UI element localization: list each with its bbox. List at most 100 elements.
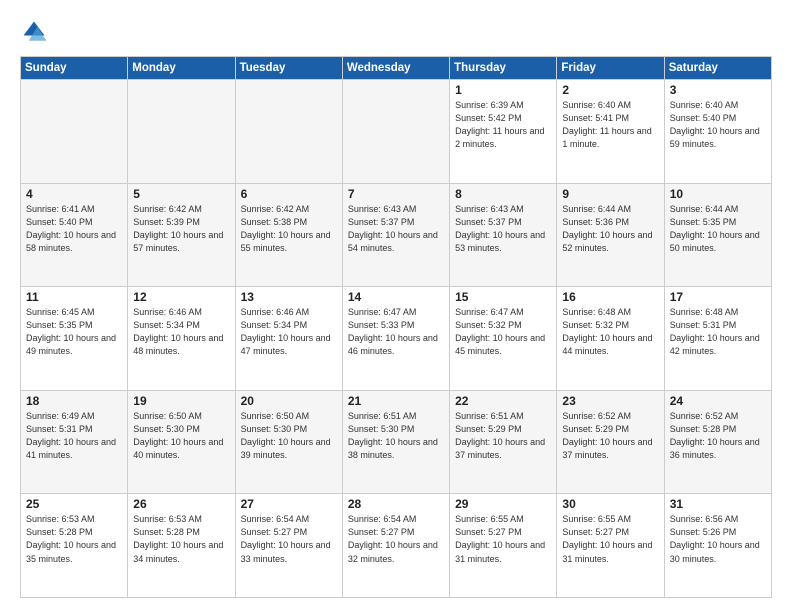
calendar-day-cell: 5 Sunrise: 6:42 AMSunset: 5:39 PMDayligh… [128,183,235,287]
day-number: 15 [455,290,551,304]
calendar-day-cell: 4 Sunrise: 6:41 AMSunset: 5:40 PMDayligh… [21,183,128,287]
calendar-day-cell: 6 Sunrise: 6:42 AMSunset: 5:38 PMDayligh… [235,183,342,287]
day-number: 24 [670,394,766,408]
calendar-day-cell [342,80,449,184]
day-number: 26 [133,497,229,511]
calendar-day-cell: 25 Sunrise: 6:53 AMSunset: 5:28 PMDaylig… [21,494,128,598]
day-info: Sunrise: 6:50 AMSunset: 5:30 PMDaylight:… [241,410,337,462]
day-info: Sunrise: 6:53 AMSunset: 5:28 PMDaylight:… [26,513,122,565]
day-info: Sunrise: 6:42 AMSunset: 5:38 PMDaylight:… [241,203,337,255]
calendar-day-cell [235,80,342,184]
calendar-day-cell: 15 Sunrise: 6:47 AMSunset: 5:32 PMDaylig… [450,287,557,391]
calendar-day-cell: 7 Sunrise: 6:43 AMSunset: 5:37 PMDayligh… [342,183,449,287]
day-info: Sunrise: 6:40 AMSunset: 5:41 PMDaylight:… [562,99,658,151]
day-info: Sunrise: 6:47 AMSunset: 5:32 PMDaylight:… [455,306,551,358]
calendar-day-cell: 14 Sunrise: 6:47 AMSunset: 5:33 PMDaylig… [342,287,449,391]
calendar-day-cell: 29 Sunrise: 6:55 AMSunset: 5:27 PMDaylig… [450,494,557,598]
day-number: 5 [133,187,229,201]
day-number: 30 [562,497,658,511]
calendar-day-header: Thursday [450,57,557,80]
calendar-day-header: Sunday [21,57,128,80]
day-number: 10 [670,187,766,201]
day-info: Sunrise: 6:43 AMSunset: 5:37 PMDaylight:… [455,203,551,255]
day-number: 3 [670,83,766,97]
calendar-day-header: Saturday [664,57,771,80]
day-number: 14 [348,290,444,304]
day-info: Sunrise: 6:43 AMSunset: 5:37 PMDaylight:… [348,203,444,255]
day-number: 28 [348,497,444,511]
day-info: Sunrise: 6:48 AMSunset: 5:31 PMDaylight:… [670,306,766,358]
day-info: Sunrise: 6:54 AMSunset: 5:27 PMDaylight:… [241,513,337,565]
day-number: 25 [26,497,122,511]
calendar-day-header: Friday [557,57,664,80]
calendar-day-cell [21,80,128,184]
day-number: 13 [241,290,337,304]
logo-icon [20,18,48,46]
day-info: Sunrise: 6:46 AMSunset: 5:34 PMDaylight:… [133,306,229,358]
day-number: 29 [455,497,551,511]
calendar-day-cell: 3 Sunrise: 6:40 AMSunset: 5:40 PMDayligh… [664,80,771,184]
calendar-day-cell: 28 Sunrise: 6:54 AMSunset: 5:27 PMDaylig… [342,494,449,598]
calendar-day-cell: 17 Sunrise: 6:48 AMSunset: 5:31 PMDaylig… [664,287,771,391]
calendar-week-row: 1 Sunrise: 6:39 AMSunset: 5:42 PMDayligh… [21,80,772,184]
day-info: Sunrise: 6:52 AMSunset: 5:28 PMDaylight:… [670,410,766,462]
day-info: Sunrise: 6:44 AMSunset: 5:35 PMDaylight:… [670,203,766,255]
calendar-week-row: 18 Sunrise: 6:49 AMSunset: 5:31 PMDaylig… [21,390,772,494]
day-info: Sunrise: 6:45 AMSunset: 5:35 PMDaylight:… [26,306,122,358]
calendar-day-cell: 22 Sunrise: 6:51 AMSunset: 5:29 PMDaylig… [450,390,557,494]
calendar-table: SundayMondayTuesdayWednesdayThursdayFrid… [20,56,772,598]
day-info: Sunrise: 6:50 AMSunset: 5:30 PMDaylight:… [133,410,229,462]
calendar-day-cell: 24 Sunrise: 6:52 AMSunset: 5:28 PMDaylig… [664,390,771,494]
calendar-day-header: Monday [128,57,235,80]
calendar-day-cell: 13 Sunrise: 6:46 AMSunset: 5:34 PMDaylig… [235,287,342,391]
calendar-day-cell: 27 Sunrise: 6:54 AMSunset: 5:27 PMDaylig… [235,494,342,598]
day-number: 17 [670,290,766,304]
calendar-day-cell: 31 Sunrise: 6:56 AMSunset: 5:26 PMDaylig… [664,494,771,598]
day-number: 31 [670,497,766,511]
day-number: 23 [562,394,658,408]
header [20,18,772,46]
day-number: 27 [241,497,337,511]
day-info: Sunrise: 6:56 AMSunset: 5:26 PMDaylight:… [670,513,766,565]
calendar-day-cell: 10 Sunrise: 6:44 AMSunset: 5:35 PMDaylig… [664,183,771,287]
day-number: 2 [562,83,658,97]
day-info: Sunrise: 6:51 AMSunset: 5:30 PMDaylight:… [348,410,444,462]
calendar-day-header: Tuesday [235,57,342,80]
calendar-day-header: Wednesday [342,57,449,80]
calendar-day-cell: 30 Sunrise: 6:55 AMSunset: 5:27 PMDaylig… [557,494,664,598]
calendar-day-cell: 8 Sunrise: 6:43 AMSunset: 5:37 PMDayligh… [450,183,557,287]
day-number: 19 [133,394,229,408]
day-info: Sunrise: 6:55 AMSunset: 5:27 PMDaylight:… [455,513,551,565]
day-number: 18 [26,394,122,408]
calendar-week-row: 4 Sunrise: 6:41 AMSunset: 5:40 PMDayligh… [21,183,772,287]
day-number: 16 [562,290,658,304]
day-info: Sunrise: 6:46 AMSunset: 5:34 PMDaylight:… [241,306,337,358]
calendar-header-row: SundayMondayTuesdayWednesdayThursdayFrid… [21,57,772,80]
day-number: 12 [133,290,229,304]
day-number: 4 [26,187,122,201]
calendar-day-cell: 1 Sunrise: 6:39 AMSunset: 5:42 PMDayligh… [450,80,557,184]
day-info: Sunrise: 6:52 AMSunset: 5:29 PMDaylight:… [562,410,658,462]
calendar-week-row: 11 Sunrise: 6:45 AMSunset: 5:35 PMDaylig… [21,287,772,391]
day-number: 22 [455,394,551,408]
day-number: 11 [26,290,122,304]
calendar-day-cell: 2 Sunrise: 6:40 AMSunset: 5:41 PMDayligh… [557,80,664,184]
day-info: Sunrise: 6:44 AMSunset: 5:36 PMDaylight:… [562,203,658,255]
day-info: Sunrise: 6:48 AMSunset: 5:32 PMDaylight:… [562,306,658,358]
day-info: Sunrise: 6:40 AMSunset: 5:40 PMDaylight:… [670,99,766,151]
calendar-day-cell: 21 Sunrise: 6:51 AMSunset: 5:30 PMDaylig… [342,390,449,494]
day-number: 20 [241,394,337,408]
day-info: Sunrise: 6:55 AMSunset: 5:27 PMDaylight:… [562,513,658,565]
day-number: 1 [455,83,551,97]
calendar-day-cell: 26 Sunrise: 6:53 AMSunset: 5:28 PMDaylig… [128,494,235,598]
day-info: Sunrise: 6:47 AMSunset: 5:33 PMDaylight:… [348,306,444,358]
calendar-day-cell [128,80,235,184]
calendar-day-cell: 23 Sunrise: 6:52 AMSunset: 5:29 PMDaylig… [557,390,664,494]
calendar-day-cell: 20 Sunrise: 6:50 AMSunset: 5:30 PMDaylig… [235,390,342,494]
day-info: Sunrise: 6:39 AMSunset: 5:42 PMDaylight:… [455,99,551,151]
day-number: 7 [348,187,444,201]
day-number: 9 [562,187,658,201]
day-info: Sunrise: 6:53 AMSunset: 5:28 PMDaylight:… [133,513,229,565]
calendar-day-cell: 19 Sunrise: 6:50 AMSunset: 5:30 PMDaylig… [128,390,235,494]
logo [20,18,52,46]
